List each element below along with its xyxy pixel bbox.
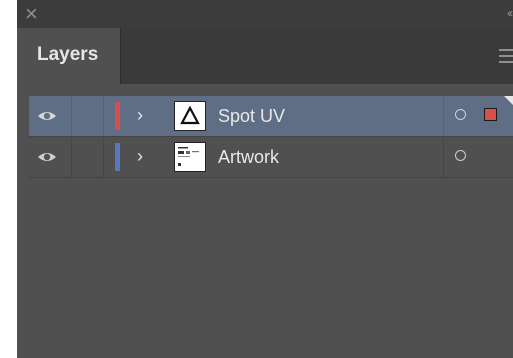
triangle-icon [180,105,200,125]
layer-row-spot-uv[interactable]: › Spot UV [29,96,513,137]
close-icon[interactable]: × [25,3,43,25]
column-divider [71,137,72,177]
layer-thumbnail [174,142,206,172]
column-divider [71,96,72,136]
tab-label: Layers [37,44,99,65]
target-circle-icon[interactable] [455,109,466,120]
layer-color-bar [115,102,120,130]
chevron-right-icon[interactable]: › [137,105,143,125]
double-chevron-left-icon[interactable]: ‹‹ [507,7,513,19]
eye-icon[interactable] [37,149,57,165]
panel-titlebar: × ‹‹ [17,0,513,28]
artwork-thumbnail [178,147,199,166]
selected-corner-indicator [504,96,513,105]
hamburger-menu-icon[interactable] [499,49,513,63]
selection-square-icon[interactable] [484,108,497,121]
column-divider [443,96,444,136]
layers-list: › Spot UV › Artwork [29,96,513,178]
target-circle-icon[interactable] [455,150,466,161]
layer-row-artwork[interactable]: › Artwork [29,137,513,178]
panel-tabbar: Layers [17,28,513,84]
tab-layers[interactable]: Layers [17,28,121,84]
column-divider [103,137,104,177]
column-divider [103,96,104,136]
layers-panel: × ‹‹ Layers › Spot UV › Artwork [17,0,513,358]
layer-thumbnail [174,101,206,131]
column-divider [443,137,444,177]
layer-color-bar [115,143,120,171]
eye-icon[interactable] [37,108,57,124]
layer-name[interactable]: Artwork [218,146,279,168]
chevron-right-icon[interactable]: › [137,146,143,166]
layer-name[interactable]: Spot UV [218,105,285,127]
